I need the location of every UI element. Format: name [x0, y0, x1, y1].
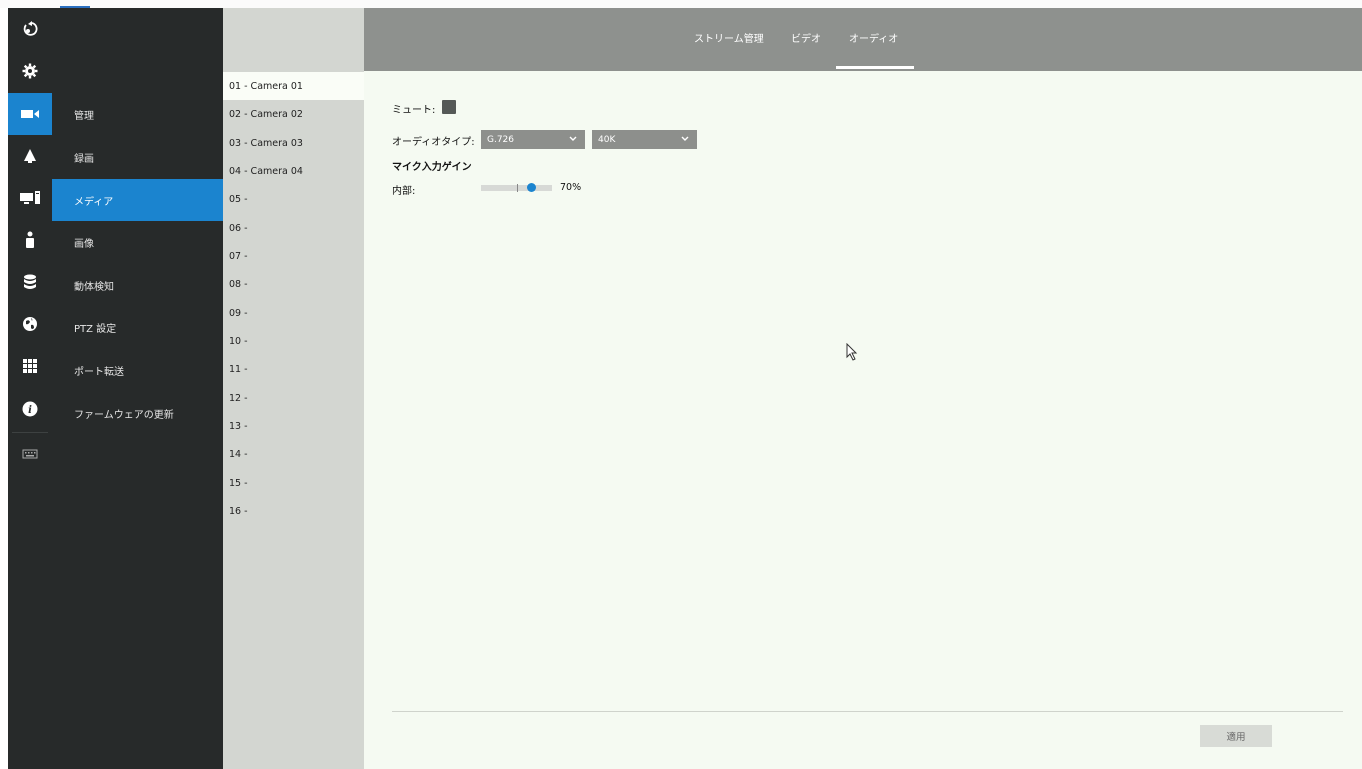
apply-button[interactable]: 適用 [1200, 725, 1272, 747]
menu-item-port-forwarding[interactable]: ポート転送 [52, 349, 223, 391]
menu-item-label: 画像 [74, 238, 94, 250]
gear-icon[interactable] [8, 50, 52, 92]
svg-text:i: i [28, 405, 32, 416]
keyboard-icon[interactable] [8, 433, 52, 475]
bitrate-select[interactable]: 40K [592, 130, 697, 149]
settings-menu: 管理 録画 メディア 画像 動体検知 PTZ 設定 ポート転送 ファームウェアの… [52, 8, 223, 769]
icon-rail: i [8, 8, 52, 769]
chevron-down-icon [569, 136, 577, 141]
menu-item-label: PTZ 設定 [74, 323, 117, 335]
menu-item-label: 動体検知 [74, 281, 114, 293]
internal-label: 内部: [392, 186, 416, 197]
alert-bell-icon[interactable] [8, 135, 52, 177]
database-icon[interactable] [8, 261, 52, 303]
camera-list-item[interactable]: 04 - Camera 04 [223, 157, 364, 185]
menu-item-label: 録画 [74, 153, 94, 165]
gain-value: 70% [560, 182, 582, 193]
globe-icon[interactable] [8, 303, 52, 345]
camera-list-item[interactable]: 03 - Camera 03 [223, 129, 364, 157]
camera-list-item[interactable]: 15 - [223, 469, 364, 497]
camera-list-item[interactable]: 02 - Camera 02 [223, 100, 364, 128]
monitor-icon[interactable] [8, 177, 52, 219]
user-icon[interactable] [8, 219, 52, 261]
tab-video[interactable]: ビデオ [791, 30, 821, 45]
camera-list-item[interactable]: 11 - [223, 355, 364, 383]
chevron-down-icon [681, 136, 689, 141]
menu-item-image[interactable]: 画像 [52, 221, 223, 263]
camera-list-item[interactable]: 14 - [223, 440, 364, 468]
info-icon[interactable]: i [8, 388, 52, 430]
menu-item-ptz[interactable]: PTZ 設定 [52, 306, 223, 348]
slider-tick [517, 184, 518, 192]
camera-list: 01 - Camera 01 02 - Camera 02 03 - Camer… [223, 8, 364, 769]
menu-item-motion-detection[interactable]: 動体検知 [52, 264, 223, 306]
camera-list-item[interactable]: 16 - [223, 497, 364, 525]
bitrate-select-value: 40K [598, 134, 616, 145]
camera-list-item[interactable]: 12 - [223, 384, 364, 412]
menu-item-label: ファームウェアの更新 [74, 409, 174, 421]
tab-stream-management[interactable]: ストリーム管理 [694, 30, 764, 45]
menu-item-management[interactable]: 管理 [52, 93, 223, 135]
codec-select[interactable]: G.726 [481, 130, 585, 149]
menu-item-label: ポート転送 [74, 366, 124, 378]
mute-checkbox[interactable] [442, 100, 456, 114]
mute-label: ミュート: [392, 105, 436, 116]
menu-item-label: メディア [74, 196, 114, 208]
tab-audio[interactable]: オーディオ [849, 30, 898, 45]
camera-list-item[interactable]: 01 - Camera 01 [223, 72, 364, 100]
grid-icon[interactable] [8, 345, 52, 387]
menu-item-firmware-update[interactable]: ファームウェアの更新 [52, 392, 223, 434]
menu-item-label: 管理 [74, 110, 94, 122]
camera-list-item[interactable]: 13 - [223, 412, 364, 440]
camera-list-item[interactable]: 09 - [223, 299, 364, 327]
mouse-cursor-icon [846, 343, 858, 361]
camera-list-item[interactable]: 06 - [223, 214, 364, 242]
camera-list-item[interactable]: 07 - [223, 242, 364, 270]
active-tab-indicator [836, 66, 914, 69]
top-tab-bar: ストリーム管理 ビデオ オーディオ [223, 8, 1362, 71]
logout-icon[interactable] [8, 8, 52, 50]
footer-divider [392, 711, 1343, 712]
camera-list-item[interactable]: 05 - [223, 185, 364, 213]
camera-list-item[interactable]: 10 - [223, 327, 364, 355]
audio-type-label: オーディオタイプ: [392, 137, 475, 148]
mic-gain-heading: マイク入力ゲイン [392, 162, 472, 173]
codec-select-value: G.726 [487, 134, 515, 145]
menu-item-recording[interactable]: 録画 [52, 136, 223, 178]
gain-slider-handle[interactable] [527, 183, 536, 192]
audio-settings-panel: ミュート: オーディオタイプ: G.726 40K マイク入力ゲイン 内部: 7… [364, 71, 1362, 769]
top-strip [0, 0, 1362, 8]
camera-icon[interactable] [8, 93, 52, 135]
menu-item-media[interactable]: メディア [52, 179, 223, 221]
camera-list-item[interactable]: 08 - [223, 270, 364, 298]
